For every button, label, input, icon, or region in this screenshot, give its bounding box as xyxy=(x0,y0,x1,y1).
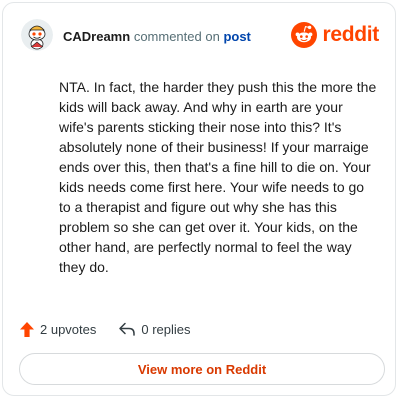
reddit-logo-icon xyxy=(291,22,318,48)
upvote-arrow-icon xyxy=(20,321,34,337)
username-link[interactable]: CADreamn xyxy=(63,29,130,44)
commented-on-text: commented on xyxy=(133,29,220,44)
comment-actions: 2 upvotes 0 replies xyxy=(19,319,191,339)
comment-body: NTA. In fact, the harder they push this … xyxy=(59,79,377,275)
reply-count: 0 replies xyxy=(141,321,191,337)
view-more-button[interactable]: View more on Reddit xyxy=(19,353,385,385)
upvote-count: 2 upvotes xyxy=(40,321,97,337)
replies-button[interactable]: 0 replies xyxy=(118,321,191,337)
post-link[interactable]: post xyxy=(223,29,250,44)
comment-header: CADreamn commented on post reddit xyxy=(21,19,379,53)
upvote-button[interactable]: 2 upvotes xyxy=(19,321,96,338)
comment-embed-card: CADreamn commented on post reddit NTA. I… xyxy=(2,2,396,396)
reddit-brand-link[interactable]: reddit xyxy=(291,22,379,48)
reddit-wordmark: reddit xyxy=(322,23,379,46)
reply-arrow-icon xyxy=(119,322,136,336)
snoo-avatar-icon[interactable] xyxy=(21,19,53,51)
comment-meta: CADreamn commented on post xyxy=(63,29,251,45)
